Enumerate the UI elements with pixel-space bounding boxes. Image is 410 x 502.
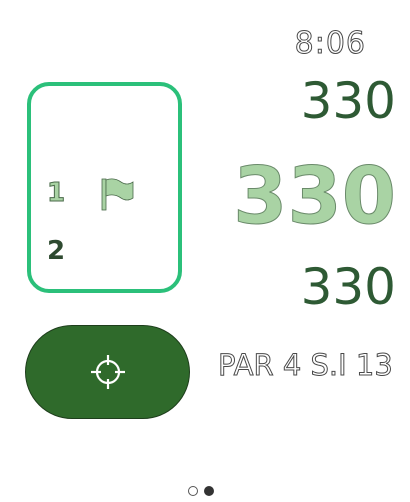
crosshair-icon [90,355,125,389]
page-indicator[interactable] [188,486,214,496]
page-dot-1[interactable] [188,486,198,496]
distance-back: 330 [300,72,396,130]
page-dot-2[interactable] [204,486,214,496]
next-hole-number: 2 [47,236,66,266]
distance-front: 330 [300,258,396,316]
distance-middle: 330 [233,152,397,242]
hole-selector-card[interactable]: 1 2 [27,82,182,293]
status-time: 8:06 [294,26,366,62]
hole-info-text: PAR 4 S.I 13 [218,348,394,383]
target-button[interactable] [25,325,190,419]
current-hole-number: 1 [46,178,66,209]
flag-icon [101,178,134,211]
